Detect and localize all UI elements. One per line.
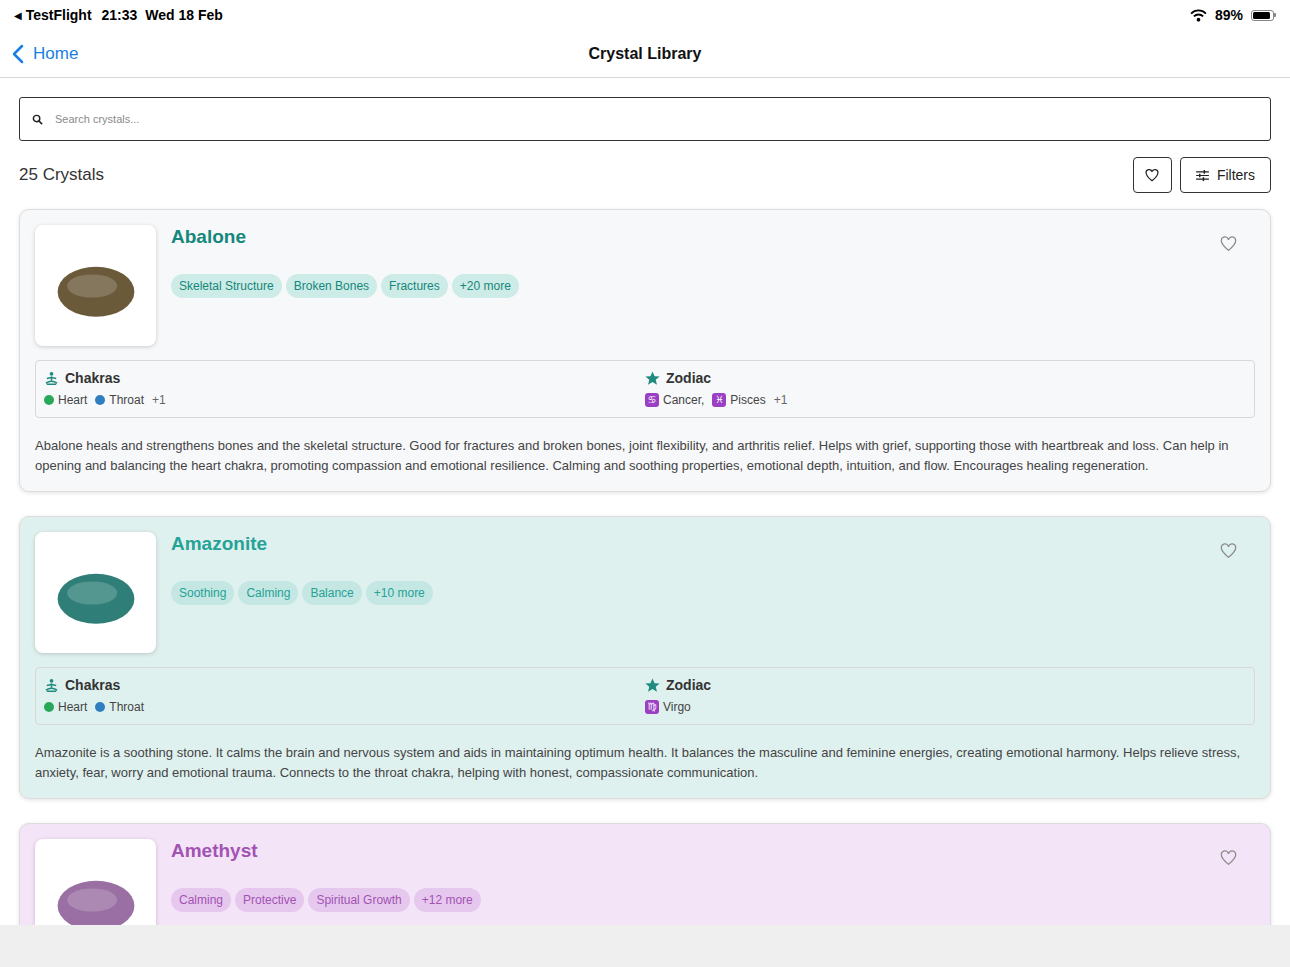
property-tag: Protective xyxy=(235,888,304,912)
back-to-app-glyph[interactable]: ◀ xyxy=(14,10,22,21)
favorite-heart-icon[interactable] xyxy=(1220,236,1237,252)
zodiac-item: ♍Virgo xyxy=(645,700,691,714)
property-tag: Calming xyxy=(238,581,298,605)
zodiac-symbol: ♍ xyxy=(645,700,659,714)
favorite-heart-icon[interactable] xyxy=(1220,850,1237,866)
date: Wed 18 Feb xyxy=(145,7,223,23)
chakra-zodiac-box: ChakrasHeartThroat+1Zodiac♋Cancer,♓Pisce… xyxy=(35,360,1255,418)
chakra-item: Heart xyxy=(44,700,87,714)
crystal-name: Abalone xyxy=(171,225,246,249)
chevron-left-icon xyxy=(12,44,24,64)
property-tag: Balance xyxy=(302,581,361,605)
zodiac-symbol: ♓ xyxy=(712,393,726,407)
crystal-name: Amazonite xyxy=(171,532,267,556)
navigation-bar: HomeCrystal Library xyxy=(0,30,1290,78)
more-tags-badge[interactable]: +20 more xyxy=(452,274,519,298)
chakra-item: Heart xyxy=(44,393,87,407)
bottom-area xyxy=(0,925,1290,967)
crystal-count: 25 Crystals xyxy=(19,165,104,185)
property-tag: Skeletal Structure xyxy=(171,274,282,298)
heart-icon xyxy=(1145,169,1159,182)
crystal-description: Abalone heals and strengthens bones and … xyxy=(35,436,1255,476)
star-icon xyxy=(645,678,660,693)
more-tags-badge[interactable]: +10 more xyxy=(366,581,433,605)
chakra-more: +1 xyxy=(152,393,166,407)
more-tags-badge[interactable]: +12 more xyxy=(414,888,481,912)
property-tag: Calming xyxy=(171,888,231,912)
status-bar: ◀ TestFlight 21:33 Wed 18 Feb 89% xyxy=(0,0,1290,30)
property-tag: Broken Bones xyxy=(286,274,377,298)
search-field[interactable]: Search crystals... xyxy=(19,97,1271,141)
filters-button[interactable]: Filters xyxy=(1180,157,1271,193)
crystal-library-screen: ◀ TestFlight 21:33 Wed 18 Feb 89% HomeCrystal… xyxy=(0,0,1290,967)
crystal-photo xyxy=(35,532,156,653)
crystal-photo xyxy=(35,839,156,925)
crystal-card[interactable]: Abalone Skeletal StructureBroken BonesFra… xyxy=(19,209,1271,492)
chakra-zodiac-box: ChakrasHeartThroatZodiac♍Virgo xyxy=(35,667,1255,725)
chakra-item: Throat xyxy=(95,700,144,714)
battery-percent: 89% xyxy=(1215,7,1243,23)
battery-icon xyxy=(1251,10,1276,21)
sliders-icon xyxy=(1196,170,1209,181)
screen-title: Crystal Library xyxy=(589,45,702,63)
crystal-list-scroll[interactable]: Search crystals... 25 Crystals Filters Abal… xyxy=(0,78,1290,925)
zodiac-item: ♓Pisces xyxy=(712,393,765,407)
magnifier-icon xyxy=(32,114,43,125)
property-tag: Fractures xyxy=(381,274,448,298)
zodiac-item: ♋Cancer, xyxy=(645,393,704,407)
meditation-icon xyxy=(44,371,59,386)
clock: 21:33 xyxy=(102,7,138,23)
chakra-item: Throat xyxy=(95,393,144,407)
wifi-icon xyxy=(1190,9,1207,22)
crystal-photo xyxy=(35,225,156,346)
star-icon xyxy=(645,371,660,386)
crystal-name: Amethyst xyxy=(171,839,258,863)
property-tag: Spiritual Growth xyxy=(308,888,409,912)
back-app-label[interactable]: TestFlight xyxy=(26,7,92,23)
crystal-description: Amazonite is a soothing stone. It calms … xyxy=(35,743,1255,783)
list-toolbar: 25 Crystals Filters xyxy=(19,157,1271,193)
crystal-card[interactable]: AmazoniteSoothingCalmingBalance+10 moreC… xyxy=(19,516,1271,799)
meditation-icon xyxy=(44,678,59,693)
property-tag: Soothing xyxy=(171,581,234,605)
zodiac-more: +1 xyxy=(774,393,788,407)
back-button[interactable]: Home xyxy=(12,44,589,64)
zodiac-symbol: ♋ xyxy=(645,393,659,407)
favorites-filter-button[interactable] xyxy=(1133,157,1172,193)
favorite-heart-icon[interactable] xyxy=(1220,543,1237,559)
crystal-card[interactable]: Amethyst CalmingProtectiveSpiritual Growt… xyxy=(19,823,1271,925)
